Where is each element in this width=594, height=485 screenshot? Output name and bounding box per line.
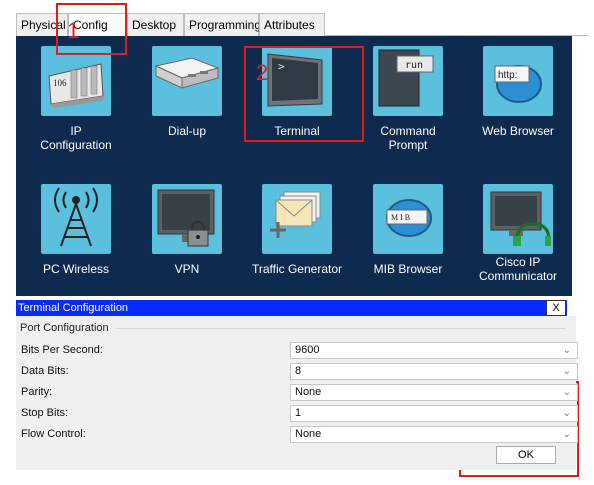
close-button[interactable]: X xyxy=(546,300,566,316)
terminal-config-panel: Port Configuration Bits Per Second: 9600… xyxy=(16,316,578,470)
chevron-down-icon: ⌄ xyxy=(562,345,571,356)
web-tile-text: http: xyxy=(498,70,517,81)
ip-tile-text: 106 xyxy=(53,78,67,88)
bits-per-second-label: Bits Per Second: xyxy=(21,344,103,356)
tab-desktop[interactable]: Desktop xyxy=(127,13,184,36)
pc-wireless-icon[interactable] xyxy=(41,184,111,254)
cisco-ip-communicator-icon[interactable] xyxy=(483,184,553,254)
tab-programming[interactable]: Programming xyxy=(184,13,261,36)
bits-per-second-value: 9600 xyxy=(295,344,320,356)
tab-attributes[interactable]: Attributes xyxy=(259,13,325,36)
annotation-number-2: 2 xyxy=(256,60,269,85)
chevron-down-icon: ⌄ xyxy=(562,429,571,440)
pc-wireless-label: PC Wireless xyxy=(42,262,109,276)
dial-up-icon[interactable] xyxy=(152,46,222,116)
chevron-down-icon: ⌄ xyxy=(562,408,571,419)
command-prompt-icon[interactable]: run xyxy=(373,46,443,116)
terminal-config-title: Terminal Configuration xyxy=(16,300,567,316)
dial-up-label: Dial-up xyxy=(167,124,206,138)
mib-tile-text: M I B xyxy=(391,213,410,222)
command-prompt-label-line2: Prompt xyxy=(388,138,428,152)
flow-control-label: Flow Control: xyxy=(21,428,86,440)
ip-configuration-label: IP Configuration xyxy=(21,124,131,152)
stop-bits-select[interactable]: 1 ⌄ xyxy=(290,405,578,422)
web-browser-label: Web Browser xyxy=(482,124,554,138)
data-bits-label: Data Bits: xyxy=(21,365,69,377)
command-tile-text: run xyxy=(405,60,423,71)
command-prompt-label-line1: Command xyxy=(380,124,436,138)
parity-value: None xyxy=(295,386,322,398)
data-bits-value: 8 xyxy=(295,365,302,377)
command-prompt-label: Command Prompt xyxy=(353,124,463,152)
mib-browser-icon[interactable]: M I B xyxy=(373,184,443,254)
port-configuration-heading: Port Configuration xyxy=(20,322,109,334)
mib-browser-label: MIB Browser xyxy=(373,262,443,276)
parity-label: Parity: xyxy=(21,386,53,398)
vpn-label: VPN xyxy=(174,262,200,276)
section-divider xyxy=(116,328,566,329)
cisco-ip-communicator-label-line2: Communicator xyxy=(478,269,558,283)
ip-configuration-label-line2: Configuration xyxy=(40,138,112,152)
annotation-number-1: 1 xyxy=(67,18,80,43)
ip-configuration-icon[interactable]: 106 xyxy=(41,46,111,116)
bits-per-second-select[interactable]: 9600 ⌄ xyxy=(290,342,578,359)
data-bits-select[interactable]: 8 ⌄ xyxy=(290,363,578,380)
chevron-down-icon: ⌄ xyxy=(562,387,571,398)
ok-button[interactable]: OK xyxy=(496,446,556,464)
vpn-icon[interactable] xyxy=(152,184,222,254)
cisco-ip-communicator-label: Cisco IP Communicator xyxy=(463,255,573,283)
flow-control-value: None xyxy=(295,428,322,440)
traffic-generator-label: Traffic Generator xyxy=(251,262,343,276)
parity-select[interactable]: None ⌄ xyxy=(290,384,578,401)
ip-configuration-label-line1: IP xyxy=(70,124,82,138)
stop-bits-value: 1 xyxy=(295,407,302,419)
traffic-generator-icon[interactable] xyxy=(262,184,332,254)
cisco-ip-communicator-label-line1: Cisco IP xyxy=(495,255,541,269)
chevron-down-icon: ⌄ xyxy=(562,366,571,377)
flow-control-select[interactable]: None ⌄ xyxy=(290,426,578,443)
stop-bits-label: Stop Bits: xyxy=(21,407,69,419)
web-browser-icon[interactable]: http: xyxy=(483,46,553,116)
